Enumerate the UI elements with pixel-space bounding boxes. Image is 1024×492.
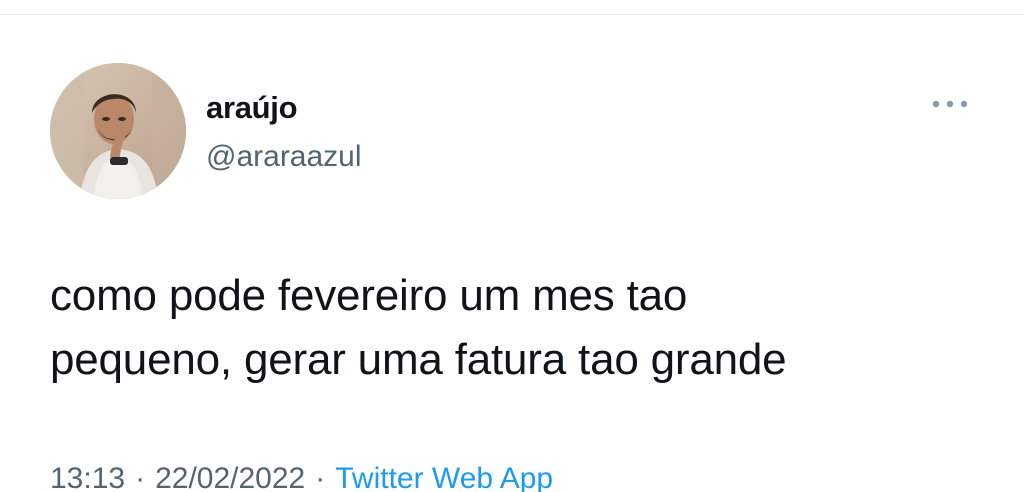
- display-name[interactable]: araújo: [206, 90, 298, 126]
- avatar[interactable]: [50, 63, 186, 199]
- top-divider: [0, 14, 1024, 15]
- tweet-date[interactable]: 22/02/2022: [155, 462, 305, 492]
- tweet-time[interactable]: 13:13: [50, 462, 125, 492]
- tweet-meta: 13:13 · 22/02/2022 · Twitter Web App: [50, 462, 553, 492]
- tweet-text-line: como pode fevereiro um mes tao: [50, 271, 688, 320]
- username-handle[interactable]: @araraazul: [206, 140, 362, 174]
- tweet-source-link[interactable]: Twitter Web App: [335, 462, 553, 492]
- tweet-text-line: pequeno, gerar uma fatura tao grande: [50, 335, 787, 384]
- avatar-photo: [50, 63, 186, 199]
- meta-separator: ·: [135, 462, 146, 492]
- tweet-text: como pode fevereiro um mes tao pequeno, …: [50, 264, 1010, 392]
- tweet-page: araújo @araraazul como pode fevereiro um…: [0, 0, 1024, 492]
- more-horizontal-icon: [932, 100, 968, 108]
- more-options-button[interactable]: [926, 92, 974, 116]
- meta-separator: ·: [315, 462, 326, 492]
